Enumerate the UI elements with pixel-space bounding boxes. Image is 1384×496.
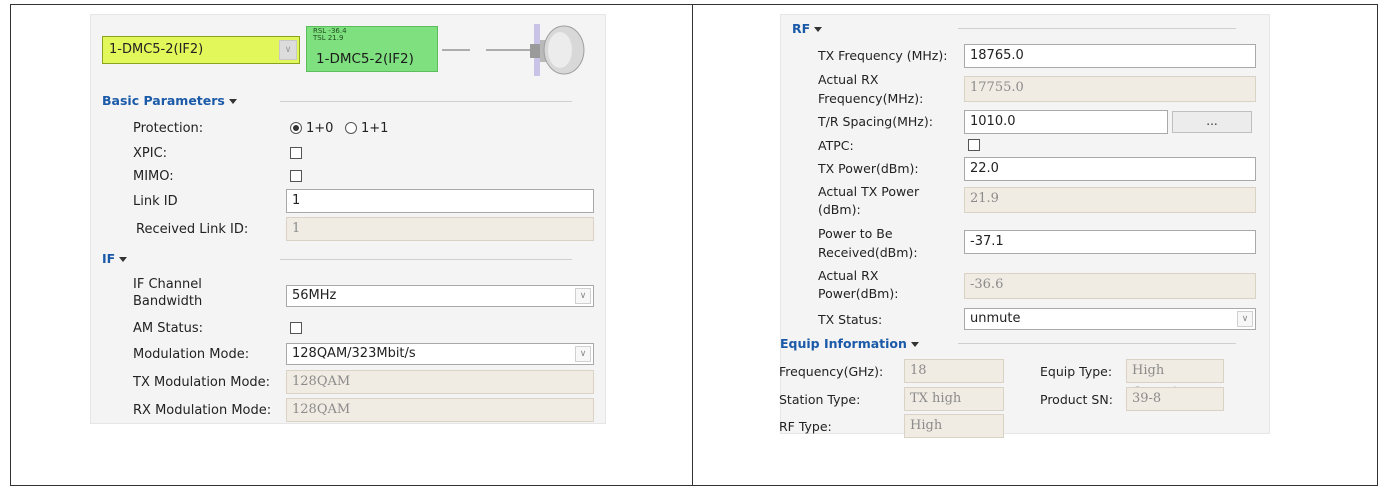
caret-down-icon bbox=[228, 99, 237, 104]
rf-header[interactable]: RF bbox=[792, 21, 823, 37]
if-bandwidth-select[interactable]: 56MHz ∨ bbox=[286, 285, 594, 307]
am-status-checkbox[interactable] bbox=[290, 322, 302, 334]
product-sn-field: 39-8 bbox=[1126, 387, 1224, 411]
rx-modulation-label: RX Modulation Mode: bbox=[133, 403, 272, 418]
actual-rx-frequency-label-line2: Frequency(MHz): bbox=[818, 91, 924, 106]
protection-radio-1plus1[interactable] bbox=[345, 122, 357, 134]
section-divider bbox=[280, 259, 572, 260]
caret-down-icon bbox=[910, 342, 919, 347]
actual-rx-frequency-label-line1: Actual RX bbox=[818, 72, 879, 87]
xpic-checkbox[interactable] bbox=[290, 147, 302, 159]
frame-divider bbox=[692, 4, 693, 486]
actual-rx-frequency-field: 17755.0 bbox=[964, 76, 1256, 102]
basic-parameters-label: Basic Parameters bbox=[102, 93, 225, 108]
tx-status-value: unmute bbox=[970, 311, 1021, 326]
if-bandwidth-value: 56MHz bbox=[292, 288, 337, 303]
rf-label: RF bbox=[792, 21, 811, 36]
antenna-link-icon bbox=[442, 24, 585, 76]
basic-parameters-header[interactable]: Basic Parameters bbox=[102, 93, 237, 109]
tx-status-select[interactable]: unmute ∨ bbox=[964, 308, 1256, 330]
actual-rx-power-field: -36.6 bbox=[964, 273, 1256, 299]
tx-frequency-input[interactable]: 18765.0 bbox=[964, 44, 1256, 68]
power-to-be-received-label-line1: Power to Be bbox=[818, 226, 893, 241]
protection-option-1plus0: 1+0 bbox=[306, 121, 334, 136]
received-link-id-field: 1 bbox=[286, 217, 594, 241]
station-type-label: Station Type: bbox=[779, 392, 861, 407]
power-to-be-received-input[interactable]: -37.1 bbox=[964, 230, 1256, 254]
caret-down-icon bbox=[814, 27, 823, 32]
am-status-label: AM Status: bbox=[133, 321, 204, 336]
tx-power-input[interactable]: 22.0 bbox=[964, 157, 1256, 181]
device-selector-value: 1-DMC5-2(IF2) bbox=[109, 42, 204, 57]
actual-tx-power-label-line2: (dBm): bbox=[818, 202, 861, 217]
equip-information-label: Equip Information bbox=[780, 336, 907, 351]
atpc-label: ATPC: bbox=[818, 138, 854, 153]
if-label: IF bbox=[102, 251, 116, 266]
tx-power-label: TX Power(dBm): bbox=[818, 161, 919, 176]
equip-information-header[interactable]: Equip Information bbox=[780, 336, 919, 352]
tx-frequency-label: TX Frequency (MHz): bbox=[818, 48, 948, 63]
tx-modulation-field: 128QAM bbox=[286, 370, 594, 394]
atpc-checkbox[interactable] bbox=[968, 139, 980, 151]
actual-rx-power-label-line1: Actual RX bbox=[818, 268, 879, 283]
xpic-label: XPIC: bbox=[133, 146, 168, 161]
frequency-ghz-field: 18 bbox=[904, 359, 1004, 383]
if-bandwidth-label-line2: Bandwidth bbox=[133, 294, 203, 309]
modulation-mode-value: 128QAM/323Mbit/s bbox=[292, 346, 416, 361]
section-divider bbox=[958, 28, 1236, 29]
chevron-down-icon[interactable]: ∨ bbox=[279, 40, 297, 60]
link-id-input[interactable]: 1 bbox=[286, 189, 594, 213]
mimo-checkbox[interactable] bbox=[290, 170, 302, 182]
equip-type-field: High Capacity bbox=[1126, 359, 1224, 400]
received-link-id-label: Received Link ID: bbox=[136, 222, 249, 237]
actual-tx-power-field: 21.9 bbox=[964, 187, 1256, 213]
caret-down-icon bbox=[119, 257, 128, 262]
tr-spacing-more-button[interactable]: ... bbox=[1172, 111, 1252, 133]
station-type-field: TX high bbox=[904, 387, 1004, 411]
modulation-mode-select[interactable]: 128QAM/323Mbit/s ∨ bbox=[286, 343, 594, 365]
tx-status-label: TX Status: bbox=[818, 312, 883, 327]
section-divider bbox=[958, 343, 1236, 344]
tx-modulation-label: TX Modulation Mode: bbox=[133, 375, 271, 390]
frequency-ghz-label: Frequency(GHz): bbox=[779, 364, 884, 379]
rx-modulation-field: 128QAM bbox=[286, 398, 594, 422]
tr-spacing-input[interactable]: 1010.0 bbox=[964, 110, 1168, 134]
mimo-label: MIMO: bbox=[133, 169, 174, 184]
protection-option-1plus1: 1+1 bbox=[361, 121, 389, 136]
if-header[interactable]: IF bbox=[102, 251, 128, 267]
device-selector[interactable]: 1-DMC5-2(IF2) ∨ bbox=[102, 36, 300, 64]
power-to-be-received-label-line2: Received(dBm): bbox=[818, 245, 918, 260]
protection-radio-1plus0[interactable] bbox=[290, 122, 302, 134]
tsl-value: TSL 21.9 bbox=[313, 34, 344, 42]
chevron-down-icon[interactable]: ∨ bbox=[1237, 311, 1253, 327]
equip-type-label: Equip Type: bbox=[1040, 364, 1113, 379]
modulation-mode-label: Modulation Mode: bbox=[133, 347, 250, 362]
rf-type-label: RF Type: bbox=[779, 419, 832, 434]
protection-label: Protection: bbox=[133, 121, 204, 136]
tr-spacing-label: T/R Spacing(MHz): bbox=[818, 114, 933, 129]
rf-type-field: High bbox=[904, 414, 1004, 438]
chevron-down-icon[interactable]: ∨ bbox=[575, 288, 591, 304]
link-name: 1-DMC5-2(IF2) bbox=[316, 51, 414, 67]
actual-rx-power-label-line2: Power(dBm): bbox=[818, 286, 899, 301]
link-id-label: Link ID bbox=[133, 194, 178, 209]
if-bandwidth-label-line1: IF Channel bbox=[133, 277, 202, 292]
chevron-down-icon[interactable]: ∨ bbox=[575, 346, 591, 362]
product-sn-label: Product SN: bbox=[1040, 392, 1113, 407]
actual-tx-power-label-line1: Actual TX Power bbox=[818, 184, 920, 199]
link-status-box: RSL -36.4 TSL 21.9 1-DMC5-2(IF2) bbox=[306, 26, 438, 72]
section-divider bbox=[280, 101, 572, 102]
